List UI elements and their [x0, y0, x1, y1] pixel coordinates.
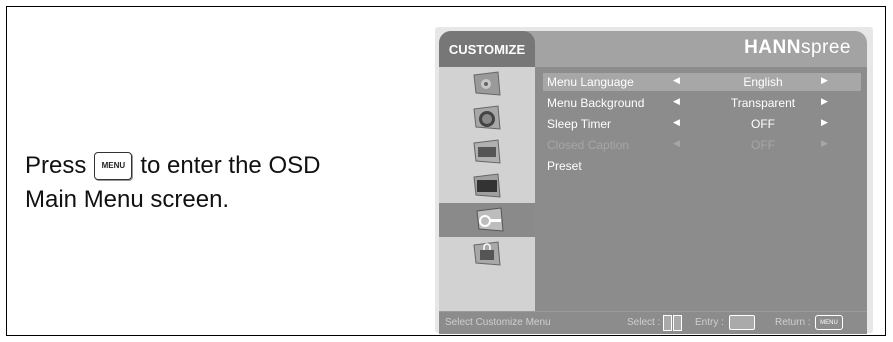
arrow-right-icon[interactable]: ▶	[821, 96, 828, 107]
arrow-left-icon[interactable]: ◀	[673, 75, 680, 86]
instruction-press: Press	[25, 152, 87, 179]
footer-entry-label: Entry :	[695, 317, 724, 328]
tab-color[interactable]	[439, 101, 535, 136]
menu-item-label: Sleep Timer	[547, 117, 612, 131]
osd-header: CUSTOMIZE HANNspree	[439, 31, 867, 67]
instruction-line2: Main Menu screen.	[25, 186, 230, 213]
arrow-left-icon[interactable]: ◀	[673, 117, 680, 128]
lock-icon	[473, 241, 501, 266]
arrow-left-icon: ◀	[673, 138, 680, 148]
select-updown-icon	[663, 315, 672, 331]
instruction-text: Press MENU to enter the OSD Main Menu sc…	[25, 149, 320, 217]
menu-item-value: Transparent	[730, 96, 796, 110]
instruction-rest: to enter the OSD	[140, 152, 321, 179]
menu-item-value: OFF	[751, 138, 775, 152]
menu-item-language[interactable]: Menu Language ◀ English ▶	[543, 73, 861, 91]
tab-customize[interactable]: CUSTOMIZE	[439, 31, 535, 67]
brand-logo: HANNspree	[744, 37, 851, 58]
tab-setup[interactable]	[439, 203, 541, 238]
footer-return-label: Return :	[775, 317, 811, 328]
arrow-right-icon[interactable]: ▶	[821, 75, 828, 86]
osd-footer: Select Customize Menu Select : Entry : R…	[439, 311, 867, 334]
instruction-frame: Press MENU to enter the OSD Main Menu sc…	[6, 6, 886, 336]
setup-icon	[476, 207, 504, 232]
menu-item-label: Closed Caption	[547, 138, 630, 152]
tab-spacer	[439, 271, 535, 311]
tab-lock[interactable]	[439, 237, 535, 272]
menu-item-value: English	[743, 75, 783, 89]
menu-item-label: Preset	[547, 159, 582, 173]
tab-image[interactable]	[439, 135, 535, 170]
osd-content: Menu Language ◀ English ▶ Menu Backgroun…	[535, 67, 867, 311]
menu-item-label: Menu Background	[547, 96, 645, 110]
picture-icon	[473, 71, 501, 96]
footer-hint: Select Customize Menu	[445, 317, 551, 328]
menu-key-icon: MENU	[94, 152, 133, 180]
tab-display[interactable]	[439, 169, 535, 204]
menu-item-background[interactable]: Menu Background ◀ Transparent ▶	[543, 94, 861, 112]
image-icon	[473, 139, 501, 164]
menu-item-value: OFF	[751, 117, 775, 131]
menu-item-sleep-timer[interactable]: Sleep Timer ◀ OFF ▶	[543, 115, 861, 133]
tab-picture[interactable]	[439, 67, 535, 102]
menu-item-closed-caption: Closed Caption ◀ OFF ▶	[543, 136, 861, 154]
arrow-right-icon[interactable]: ▶	[821, 117, 828, 128]
select-updown-icon	[673, 315, 682, 331]
color-icon	[473, 105, 501, 130]
osd-menu: CUSTOMIZE HANNspree Menu Language ◀ Engl…	[435, 27, 873, 334]
arrow-left-icon[interactable]: ◀	[673, 96, 680, 107]
return-menu-key-icon: MENU	[815, 315, 843, 330]
menu-item-preset[interactable]: Preset	[543, 157, 861, 175]
footer-select-label: Select :	[627, 317, 661, 328]
entry-key-icon	[729, 315, 755, 330]
menu-item-label: Menu Language	[547, 75, 634, 89]
display-icon	[473, 173, 501, 198]
arrow-right-icon: ▶	[821, 138, 828, 148]
osd-category-tabs	[439, 67, 541, 311]
